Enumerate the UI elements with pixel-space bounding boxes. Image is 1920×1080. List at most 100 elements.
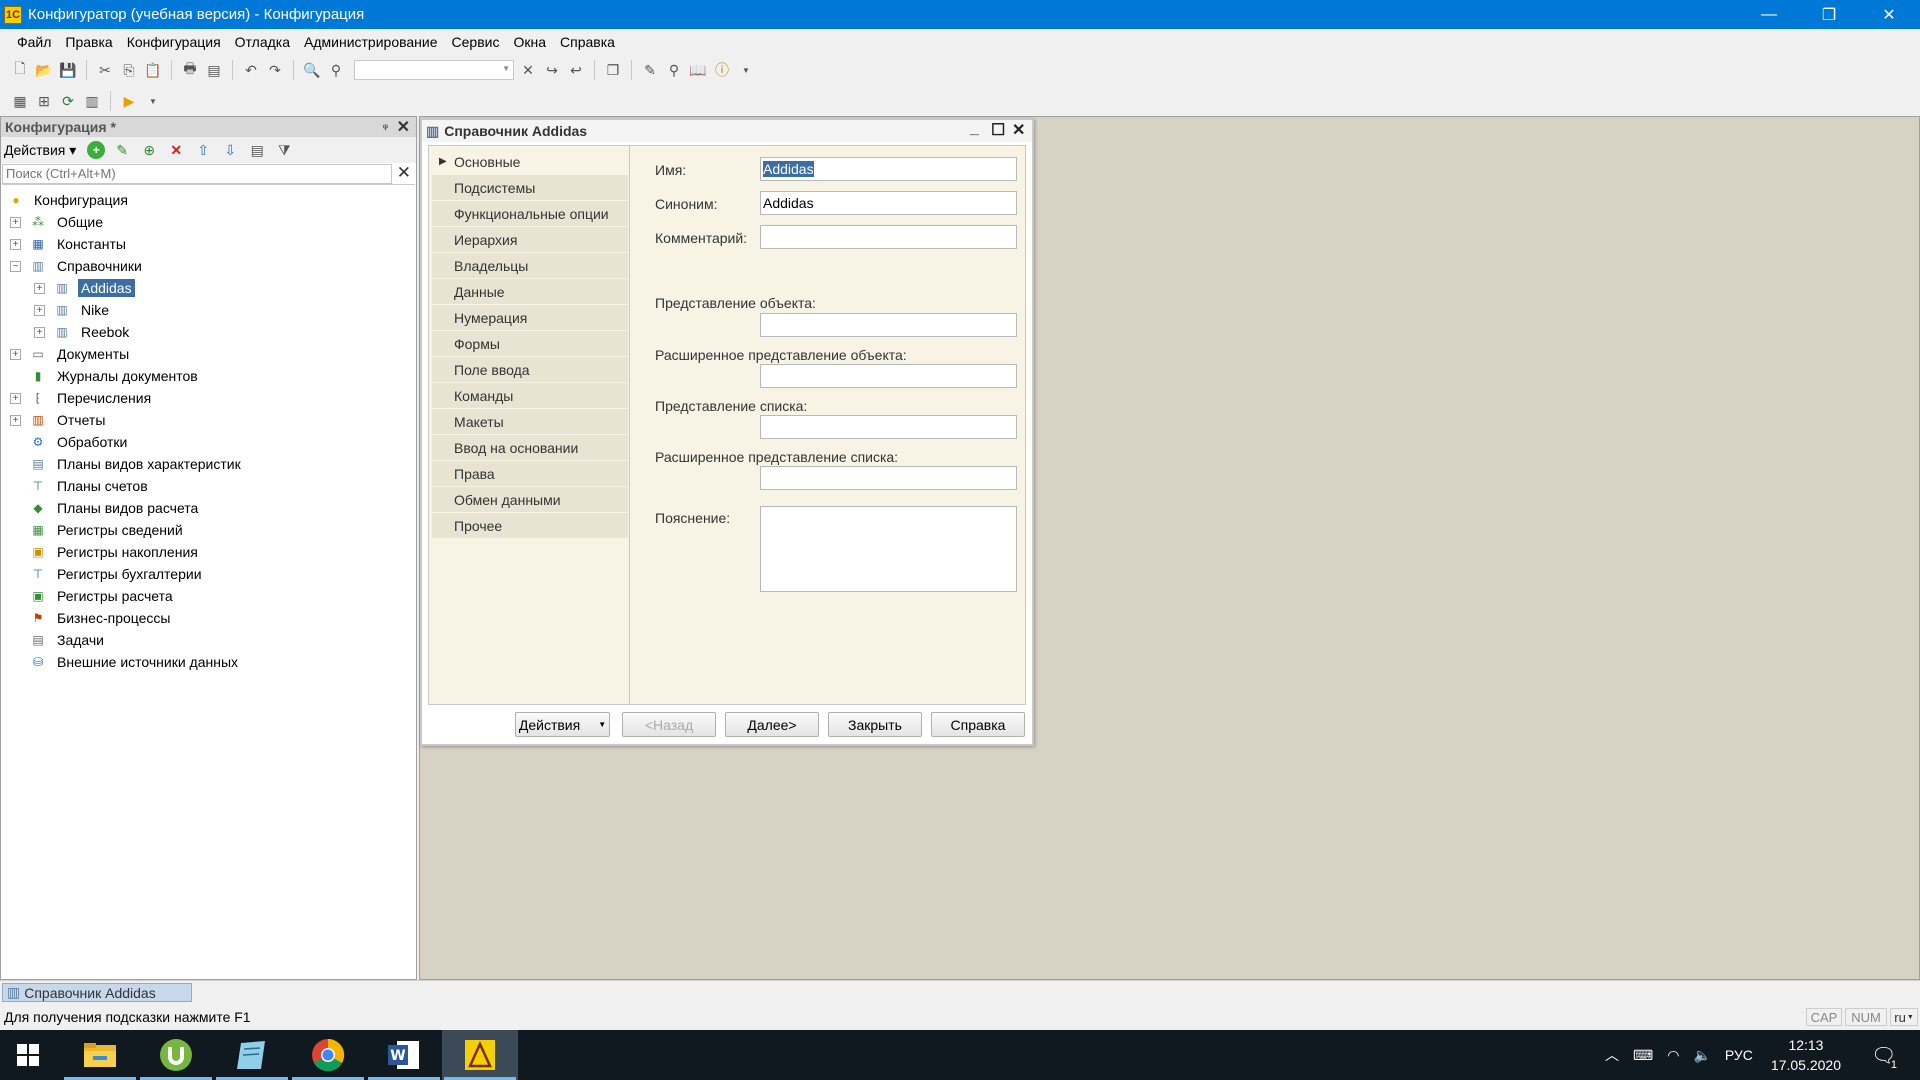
search-combo[interactable] [354,60,514,80]
paste-icon[interactable]: 📋 [143,60,163,80]
redo-icon[interactable]: ↷ [265,60,285,80]
chevron-up-icon[interactable]: ︿ [1605,1045,1619,1065]
synonym-field[interactable]: Addidas [760,191,1017,215]
tree-item-common[interactable]: + ⁂ Общие [1,211,416,233]
find-next-icon[interactable]: ↪ [542,60,562,80]
tree-item-configuration[interactable]: ● Конфигурация [1,189,416,211]
expand-icon[interactable]: + [34,304,45,316]
update-db-icon[interactable]: ⟳ [58,91,78,111]
volume-icon[interactable]: 🔈 [1693,1047,1710,1064]
search-help-icon[interactable]: ⚲ [664,60,684,80]
close-window-button[interactable]: ✕ [1860,0,1918,29]
tab-subsystems[interactable]: Подсистемы [432,175,628,201]
help-button[interactable]: Справка [931,712,1025,737]
copy-icon[interactable]: ⎘ [119,60,139,80]
open-config-icon[interactable]: ▦ [10,91,30,111]
delete-icon[interactable]: ✕ [166,140,186,160]
keyboard-x-icon[interactable]: ⌨ [1633,1047,1653,1064]
taskbar-word[interactable]: W [366,1030,442,1080]
minimize-button[interactable]: — [1740,0,1798,29]
tree-item-documents[interactable]: + ▭ Документы [1,343,416,365]
dropdown-arrow-icon[interactable]: ▼ [736,60,756,80]
tree-item-nike[interactable]: + ▥ Nike [1,299,416,321]
next-button[interactable]: Далее> [725,712,819,737]
tab-rights[interactable]: Права [432,461,628,487]
tree-item-catalogs[interactable]: − ▥ Справочники [1,255,416,277]
tab-based-on[interactable]: Ввод на основании [432,435,628,461]
expand-icon[interactable]: + [10,348,21,360]
move-down-icon[interactable]: ⇩ [220,140,240,160]
db-config-icon[interactable]: ⊞ [34,91,54,111]
tree-item-reebok[interactable]: + ▥ Reebok [1,321,416,343]
taskbar-file-explorer[interactable] [62,1030,138,1080]
notifications-button[interactable]: 🗨 1 [1871,1043,1897,1071]
find-icon[interactable]: 🔍 [302,60,322,80]
menu-windows[interactable]: Окна [506,34,553,50]
minimize-icon[interactable]: _ [970,120,979,138]
tree-item-calc-registers[interactable]: ▣ Регистры расчета [1,585,416,607]
move-up-icon[interactable]: ⇧ [193,140,213,160]
ext-list-presentation-field[interactable] [760,466,1017,490]
open-folder-icon[interactable]: 📂 [34,60,54,80]
wifi-icon[interactable]: ◠ [1667,1047,1679,1064]
tree-item-enums[interactable]: + ⁅ Перечисления [1,387,416,409]
tab-owners[interactable]: Владельцы [432,253,628,279]
name-field[interactable]: Addidas [760,157,1017,181]
syntax-helper-icon[interactable]: ✎ [640,60,660,80]
tree-item-external-data[interactable]: ⛁ Внешние источники данных [1,651,416,673]
expand-icon[interactable]: + [10,392,21,404]
expand-icon[interactable]: + [34,326,45,338]
tree-item-reports[interactable]: + ▥ Отчеты [1,409,416,431]
taskbar-chrome[interactable] [290,1030,366,1080]
menu-administration[interactable]: Администрирование [297,34,445,50]
new-file-icon[interactable]: 🗋 [10,60,30,80]
tree-item-business-processes[interactable]: ⚑ Бизнес-процессы [1,607,416,629]
windows-icon[interactable]: ❐ [603,60,623,80]
tree-item-calc-types[interactable]: ◆ Планы видов расчета [1,497,416,519]
menu-service[interactable]: Сервис [445,34,507,50]
back-button[interactable]: <Назад [622,712,716,737]
tab-forms[interactable]: Формы [432,331,628,357]
sort-icon[interactable]: ▤ [247,140,267,160]
taskbar-utorrent[interactable] [138,1030,214,1080]
maximize-icon[interactable]: ☐ [991,120,1005,140]
pin-icon[interactable]: ᵩ [383,119,388,131]
collapse-icon[interactable]: − [10,260,21,272]
save-icon[interactable]: 💾 [58,60,78,80]
window-tab-catalog-addidas[interactable]: ▥ Справочник Addidas [2,983,192,1002]
search-input[interactable] [2,163,392,184]
tab-data-exchange[interactable]: Обмен данными [432,487,628,513]
add-icon[interactable]: + [87,141,106,159]
tree-item-accum-registers[interactable]: ▣ Регистры накопления [1,541,416,563]
cut-icon[interactable]: ✂ [95,60,115,80]
clock[interactable]: 12:13 17.05.2020 [1771,1035,1841,1075]
close-button[interactable]: Закрыть [828,712,922,737]
ext-object-presentation-field[interactable] [760,364,1017,388]
tree-item-constants[interactable]: + ▦ Константы [1,233,416,255]
tree-item-tasks[interactable]: ▤ Задачи [1,629,416,651]
help-book-icon[interactable]: 📖 [688,60,708,80]
menu-configuration[interactable]: Конфигурация [120,34,228,50]
print-preview-icon[interactable]: ▤ [204,60,224,80]
menu-help[interactable]: Справка [553,34,622,50]
comment-field[interactable] [760,225,1017,249]
tab-commands[interactable]: Команды [432,383,628,409]
tree-item-journals[interactable]: ▮ Журналы документов [1,365,416,387]
restore-button[interactable]: ❐ [1800,0,1858,29]
list-presentation-field[interactable] [760,415,1017,439]
tree-item-accounting-registers[interactable]: ⊤ Регистры бухгалтерии [1,563,416,585]
tree-item-processings[interactable]: ⚙ Обработки [1,431,416,453]
clear-search-icon[interactable]: ✕ [397,163,411,183]
start-button[interactable] [0,1030,56,1080]
print-icon[interactable]: 🖶 [180,60,200,80]
explanation-field[interactable] [760,506,1017,592]
start-debug-icon[interactable]: ▶ [119,91,139,111]
tab-numbering[interactable]: Нумерация [432,305,628,331]
dropdown-arrow-icon[interactable]: ▼ [143,91,163,111]
input-language[interactable]: РУС [1725,1047,1753,1063]
object-presentation-field[interactable] [760,313,1017,337]
tab-other[interactable]: Прочее [432,513,628,539]
expand-icon[interactable]: + [10,414,21,426]
tab-templates[interactable]: Макеты [432,409,628,435]
actions-dropdown-button[interactable]: Действия ▼ [515,712,610,737]
